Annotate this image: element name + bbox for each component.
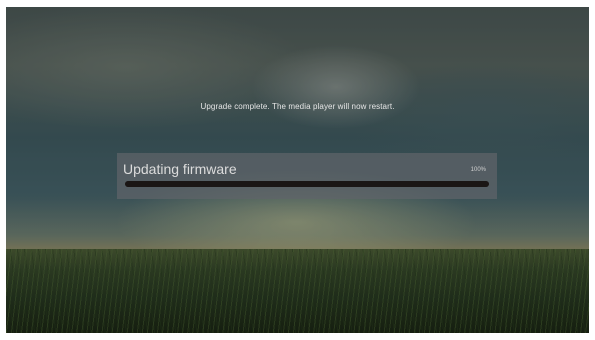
firmware-progress-panel: Updating firmware 100% (117, 153, 497, 199)
progress-percent: 100% (470, 167, 486, 173)
progress-bar-fill (125, 181, 489, 187)
progress-bar-track (125, 181, 489, 187)
status-message: Upgrade complete. The media player will … (200, 102, 395, 111)
progress-title: Updating firmware (123, 161, 237, 177)
tv-screen: Upgrade complete. The media player will … (6, 7, 589, 333)
